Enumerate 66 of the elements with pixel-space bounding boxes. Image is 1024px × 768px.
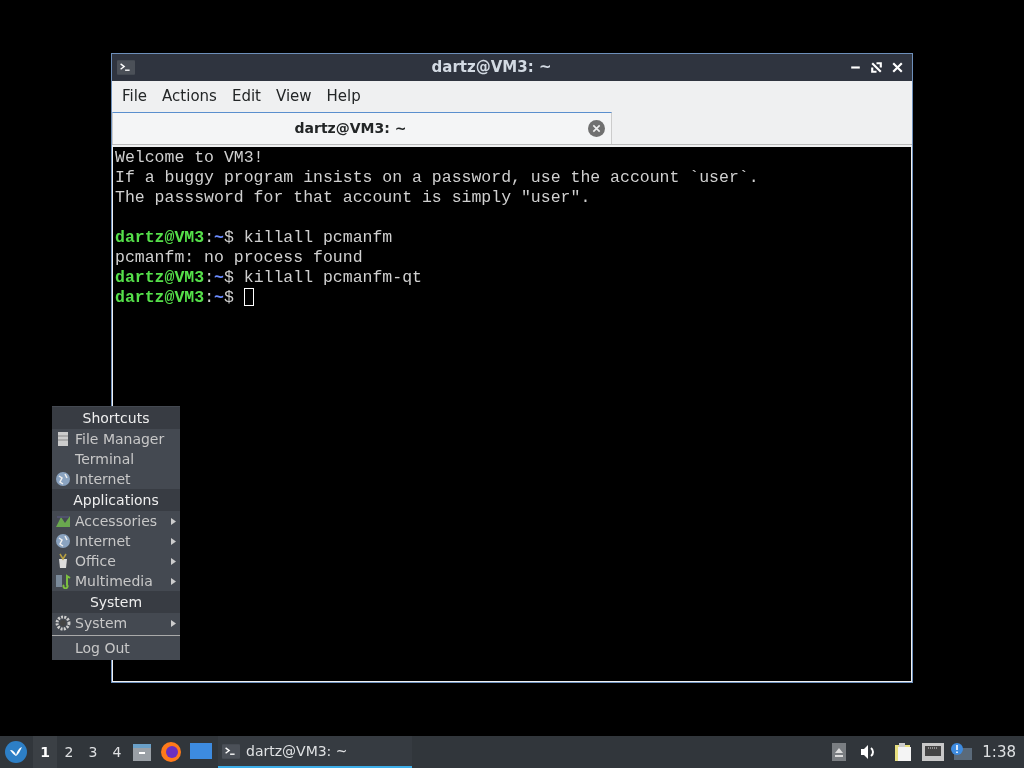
tab[interactable]: dartz@VM3: ~ bbox=[112, 112, 612, 144]
task-label: dartz@VM3: ~ bbox=[246, 741, 348, 761]
prompt-path: ~ bbox=[214, 228, 224, 248]
menu-item[interactable]: File bbox=[116, 85, 154, 108]
prompt-separator: : bbox=[204, 268, 215, 288]
workspace-button[interactable]: 2 bbox=[57, 736, 81, 768]
start-button[interactable] bbox=[5, 741, 27, 763]
prompt-user: dartz@VM3 bbox=[115, 288, 205, 308]
submenu-arrow-icon bbox=[171, 517, 176, 525]
menu-entry[interactable]: Accessories bbox=[52, 511, 180, 531]
terminal-line: Welcome to VM3! bbox=[115, 148, 265, 168]
close-button[interactable] bbox=[890, 60, 905, 75]
menu-entry[interactable]: File Manager bbox=[52, 429, 180, 449]
command-text: $ bbox=[223, 288, 234, 308]
submenu-arrow-icon bbox=[171, 577, 176, 585]
globe-icon bbox=[55, 471, 71, 487]
workspace-button[interactable]: 4 bbox=[105, 736, 129, 768]
prompt-user: dartz@VM3 bbox=[115, 268, 205, 288]
command-text: $ killall pcmanfm-qt bbox=[223, 268, 422, 288]
window-title: dartz@VM3: ~ bbox=[430, 57, 553, 79]
close-tab-icon[interactable] bbox=[588, 120, 605, 137]
task-button[interactable]: dartz@VM3: ~ bbox=[218, 736, 412, 768]
terminal-icon bbox=[117, 60, 135, 75]
prompt-path: ~ bbox=[214, 288, 224, 308]
menu-entry[interactable]: Internet bbox=[52, 469, 180, 489]
globe-icon bbox=[55, 533, 71, 549]
prompt-separator: : bbox=[204, 288, 215, 308]
menu-item[interactable]: View bbox=[269, 85, 318, 108]
menu-header: System bbox=[52, 591, 180, 613]
menu-entry[interactable]: Log Out bbox=[52, 635, 180, 659]
file-cabinet-icon[interactable] bbox=[132, 742, 152, 762]
maximize-button[interactable] bbox=[869, 60, 884, 75]
terminal-line: The passsword for that account is simply "user". bbox=[115, 188, 592, 208]
menu-header: Shortcuts bbox=[52, 407, 180, 429]
desktop-icon[interactable] bbox=[190, 743, 212, 761]
terminal-line: pcmanfm: no process found bbox=[115, 248, 364, 268]
workspace-button[interactable]: 1 bbox=[33, 736, 57, 768]
accessories-icon bbox=[55, 513, 71, 529]
menu-item[interactable]: Actions bbox=[156, 85, 223, 108]
workspace-button[interactable]: 3 bbox=[81, 736, 105, 768]
command-text: $ killall pcmanfm bbox=[223, 228, 393, 248]
menu-entry[interactable]: Internet bbox=[52, 531, 180, 551]
menu-entry[interactable]: Office bbox=[52, 551, 180, 571]
menu-entry[interactable]: System bbox=[52, 613, 180, 633]
network-icon[interactable] bbox=[922, 743, 945, 761]
submenu-arrow-icon bbox=[171, 619, 176, 627]
submenu-arrow-icon bbox=[171, 557, 176, 565]
submenu-arrow-icon bbox=[171, 537, 176, 545]
prompt-user: dartz@VM3 bbox=[115, 228, 205, 248]
menu-item[interactable]: Help bbox=[320, 85, 367, 108]
menu-header: Applications bbox=[52, 489, 180, 511]
eject-icon[interactable] bbox=[832, 743, 847, 761]
tab-label: dartz@VM3: ~ bbox=[293, 119, 408, 138]
terminal-line: If a buggy program insists on a password, use the account `user`. bbox=[115, 168, 760, 188]
menu-entry[interactable]: Terminal bbox=[52, 449, 180, 469]
cabinet-icon bbox=[55, 431, 71, 447]
menu-entry[interactable]: Multimedia bbox=[52, 571, 180, 591]
notification-icon[interactable] bbox=[950, 742, 973, 762]
prompt-path: ~ bbox=[214, 268, 224, 288]
speaker-icon[interactable] bbox=[860, 744, 877, 760]
film-icon bbox=[55, 573, 71, 589]
gear-icon bbox=[55, 615, 71, 631]
menu-item[interactable]: Edit bbox=[225, 85, 267, 108]
terminal-icon bbox=[222, 743, 240, 759]
prompt-separator: : bbox=[204, 228, 215, 248]
clock: 1:38 bbox=[982, 741, 1016, 763]
